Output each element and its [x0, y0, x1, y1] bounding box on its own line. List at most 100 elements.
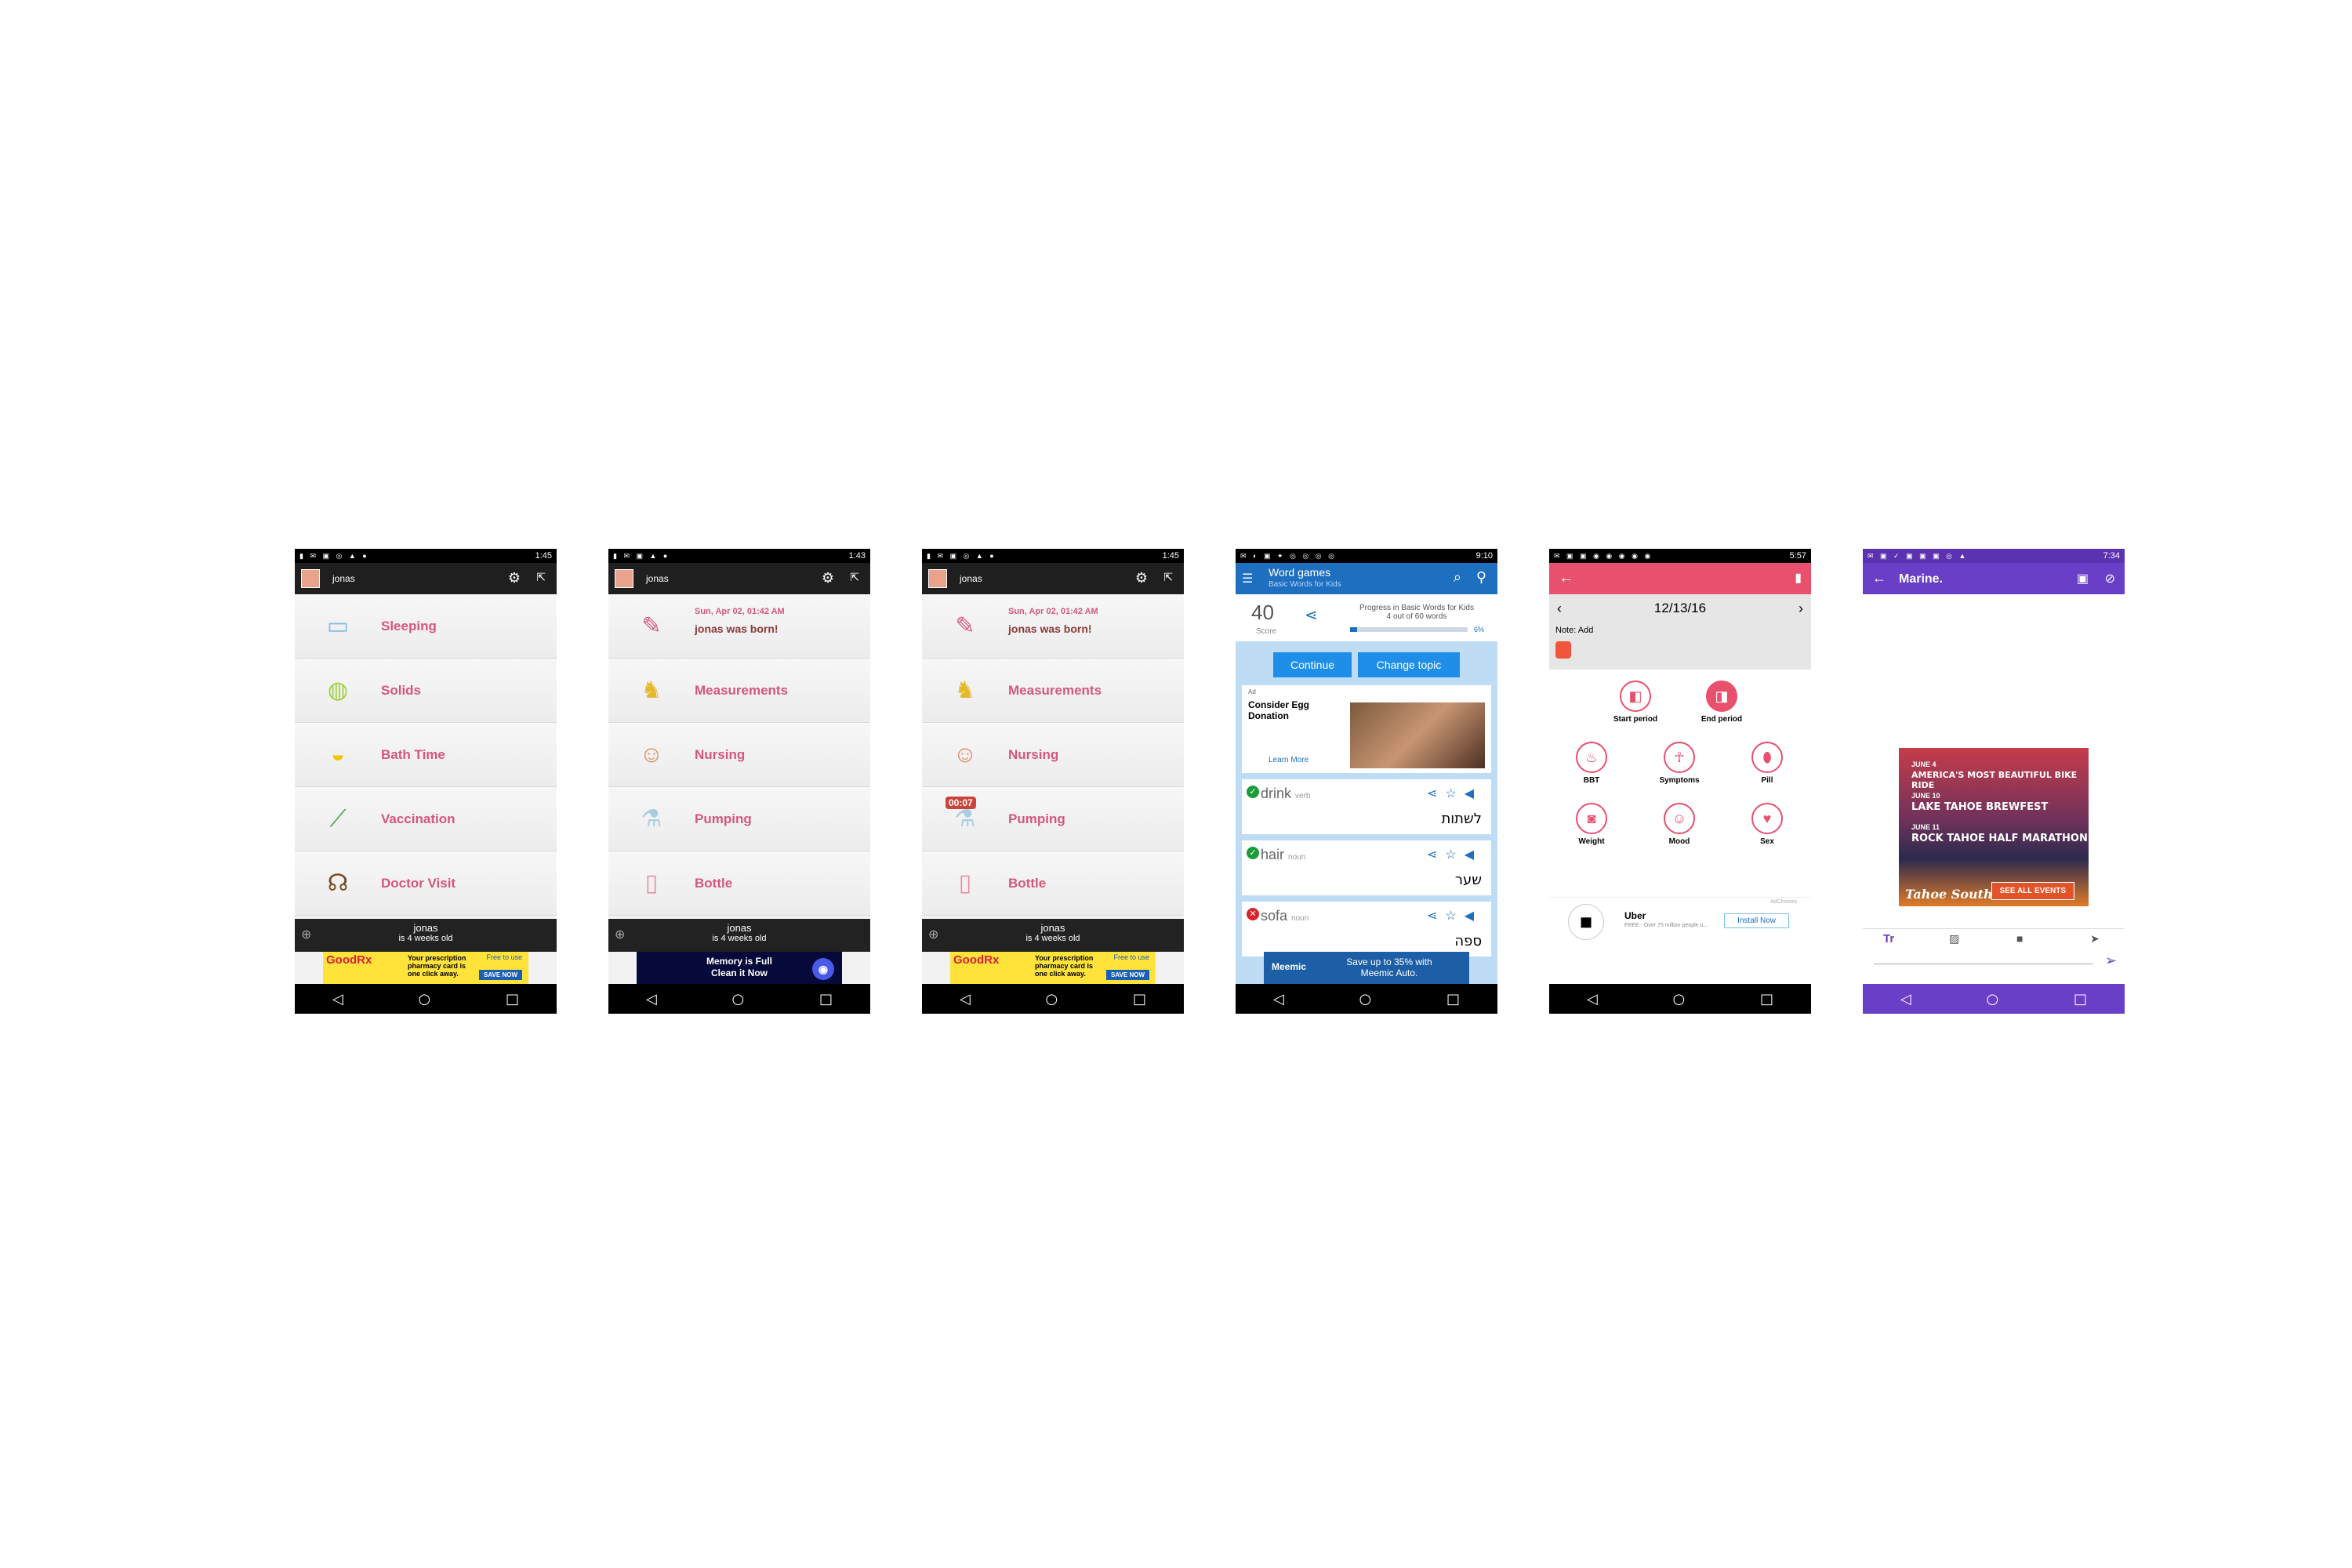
list-item-pumping[interactable]: ⚗ Pumping — [608, 787, 870, 851]
menu-icon[interactable]: ☰ — [1242, 571, 1253, 586]
nav-recent-icon[interactable]: □ — [2074, 991, 2087, 1007]
word-card-hair[interactable]: ✓ hair noun ⋖☆◀ שער — [1242, 840, 1491, 895]
screen-marine-compose: ✉ ▣ ✓ ▣ ▣ ▣ ◎ ▲ 7:34 ← Marine. ▣ ⊘ JUNE … — [1863, 549, 2125, 1014]
avatar[interactable] — [615, 569, 633, 588]
list-item-solids[interactable]: ◍ Solids — [295, 659, 557, 723]
nav-back-icon[interactable]: ◁ — [1587, 991, 1598, 1007]
nav-home-icon[interactable]: ○ — [732, 991, 745, 1007]
weight-scale-icon[interactable]: ◙ — [1576, 803, 1607, 834]
nav-recent-icon[interactable]: □ — [1133, 991, 1146, 1007]
nav-home-icon[interactable]: ○ — [1359, 991, 1372, 1007]
heart-icon[interactable]: ♥ — [1751, 803, 1783, 834]
speaker-icon[interactable]: ◀ — [1465, 909, 1482, 923]
baby-name[interactable]: jonas — [332, 573, 355, 584]
share-icon[interactable]: ⋖ — [1427, 909, 1445, 923]
nav-home-icon[interactable]: ○ — [1673, 991, 1686, 1007]
back-arrow-icon[interactable]: ← — [1559, 569, 1574, 587]
search-icon[interactable]: ⌕ — [1454, 569, 1461, 586]
list-item-born[interactable]: ✎ Sun, Apr 02, 01:42 AM jonas was born! — [922, 594, 1184, 659]
meemic-ad-banner[interactable]: Meemic Save up to 35% with Meemic Auto. — [1264, 952, 1469, 984]
goodrx-ad-banner[interactable]: GoodRx Your prescription pharmacy card i… — [950, 952, 1156, 984]
settings-gear-icon[interactable]: ⚙ — [1135, 570, 1148, 586]
speaker-icon[interactable]: ◀ — [1465, 787, 1482, 800]
previous-day-icon[interactable]: ‹ — [1557, 594, 1562, 622]
share-icon[interactable]: ⇱ — [1163, 571, 1173, 584]
word-card-sofa[interactable]: ✕ sofa noun ⋖☆◀ ספה — [1242, 902, 1491, 956]
continue-button[interactable]: Continue — [1273, 652, 1352, 677]
next-day-icon[interactable]: › — [1798, 594, 1803, 622]
baby-name[interactable]: jonas — [646, 573, 669, 584]
nav-back-icon[interactable]: ◁ — [960, 991, 971, 1007]
ad-save-button[interactable]: SAVE NOW — [479, 970, 522, 980]
add-icon[interactable]: ⊕ — [615, 927, 625, 942]
nav-back-icon[interactable]: ◁ — [1900, 991, 1911, 1007]
video-icon[interactable]: ■ — [2016, 932, 2023, 945]
star-icon[interactable]: ☆ — [1445, 909, 1464, 923]
send-icon[interactable]: ➢ — [2105, 953, 2117, 969]
mood-face-icon[interactable]: ☺ — [1664, 803, 1695, 834]
nav-recent-icon[interactable]: □ — [1446, 991, 1460, 1007]
list-item-nursing[interactable]: ☺ Nursing — [922, 723, 1184, 787]
see-all-events-button[interactable]: SEE ALL EVENTS — [1991, 882, 2074, 900]
share-icon[interactable]: ⋖ — [1427, 787, 1445, 800]
tahoe-events-ad[interactable]: JUNE 4 AMERICA'S MOST BEAUTIFUL BIKE RID… — [1899, 748, 2089, 906]
speaker-icon[interactable]: ◀ — [1465, 848, 1482, 862]
avatar[interactable] — [928, 569, 947, 588]
goodrx-ad-banner[interactable]: GoodRx Your prescription pharmacy card i… — [323, 952, 528, 984]
trash-icon[interactable]: ▮ — [1795, 570, 1802, 586]
memory-ad-banner[interactable]: Memory is Full Clean it Now ◉ — [637, 952, 842, 984]
list-item-pumping[interactable]: ⚗ 00:07 Pumping — [922, 787, 1184, 851]
nav-home-icon[interactable]: ○ — [1987, 991, 1999, 1007]
nav-home-icon[interactable]: ○ — [419, 991, 431, 1007]
list-item-nursing[interactable]: ☺ Nursing — [608, 723, 870, 787]
star-icon[interactable]: ☆ — [1445, 787, 1464, 800]
share-icon[interactable]: ⋖ — [1427, 848, 1445, 862]
note-label[interactable]: Note: Add — [1555, 626, 1593, 635]
nav-recent-icon[interactable]: □ — [1760, 991, 1773, 1007]
settings-gear-icon[interactable]: ⚙ — [822, 570, 834, 586]
ad-learn-more-link[interactable]: Learn More — [1269, 756, 1308, 764]
thermometer-icon[interactable]: ♨ — [1576, 742, 1607, 773]
start-period-button[interactable]: ◧ — [1620, 681, 1651, 712]
nav-back-icon[interactable]: ◁ — [1273, 991, 1284, 1007]
list-item-bottle[interactable]: ▯ Bottle — [608, 851, 870, 916]
uber-ad[interactable]: AdChoices ◼ Uber FREE - Over 75 million … — [1549, 897, 1811, 945]
pill-icon[interactable]: ⬮ — [1751, 742, 1783, 773]
ad-save-button[interactable]: SAVE NOW — [1106, 970, 1149, 980]
list-item-vaccination[interactable]: ⟋ Vaccination — [295, 787, 557, 851]
install-now-button[interactable]: Install Now — [1724, 913, 1789, 928]
star-icon[interactable]: ☆ — [1445, 848, 1464, 862]
list-item-measurements[interactable]: ♞ Measurements — [922, 659, 1184, 723]
block-icon[interactable]: ⊘ — [2105, 571, 2115, 586]
location-icon[interactable]: ➤ — [2090, 932, 2100, 946]
word-card-drink[interactable]: ✓ drink verb ⋖☆◀ לשתות — [1242, 779, 1491, 834]
list-item-bath-time[interactable]: ◒ Bath Time — [295, 723, 557, 787]
nav-back-icon[interactable]: ◁ — [332, 991, 343, 1007]
list-item-born[interactable]: ✎ Sun, Apr 02, 01:42 AM jonas was born! — [608, 594, 870, 659]
settings-gear-icon[interactable]: ⚙ — [508, 570, 521, 586]
change-topic-button[interactable]: Change topic — [1358, 652, 1460, 677]
image-icon[interactable]: ▨ — [1949, 932, 1959, 946]
text-format-icon[interactable]: Tr — [1883, 932, 1894, 946]
nav-recent-icon[interactable]: □ — [819, 991, 833, 1007]
avatar[interactable] — [301, 569, 320, 588]
list-item-sleeping[interactable]: ▭ Sleeping — [295, 594, 557, 659]
egg-donation-ad[interactable]: Ad Consider Egg Donation Learn More — [1242, 685, 1491, 773]
nav-back-icon[interactable]: ◁ — [646, 991, 657, 1007]
add-icon[interactable]: ⊕ — [928, 927, 938, 942]
attachment-icon[interactable]: ▣ — [2077, 571, 2089, 586]
share-icon[interactable]: ⇱ — [850, 571, 859, 584]
microphone-icon[interactable]: ⚲ — [1476, 569, 1486, 586]
baby-name[interactable]: jonas — [960, 573, 982, 584]
back-arrow-icon[interactable]: ← — [1872, 570, 1886, 586]
list-item-doctor-visit[interactable]: ☊ Doctor Visit — [295, 851, 557, 916]
list-item-bottle[interactable]: ▯ Bottle — [922, 851, 1184, 916]
end-period-button[interactable]: ◨ — [1706, 681, 1737, 712]
symptoms-person-icon[interactable]: ☥ — [1664, 742, 1695, 773]
list-item-measurements[interactable]: ♞ Measurements — [608, 659, 870, 723]
share-icon[interactable]: ⋖ — [1305, 605, 1318, 625]
share-icon[interactable]: ⇱ — [536, 571, 546, 584]
nav-home-icon[interactable]: ○ — [1046, 991, 1058, 1007]
nav-recent-icon[interactable]: □ — [506, 991, 519, 1007]
add-icon[interactable]: ⊕ — [301, 927, 311, 942]
